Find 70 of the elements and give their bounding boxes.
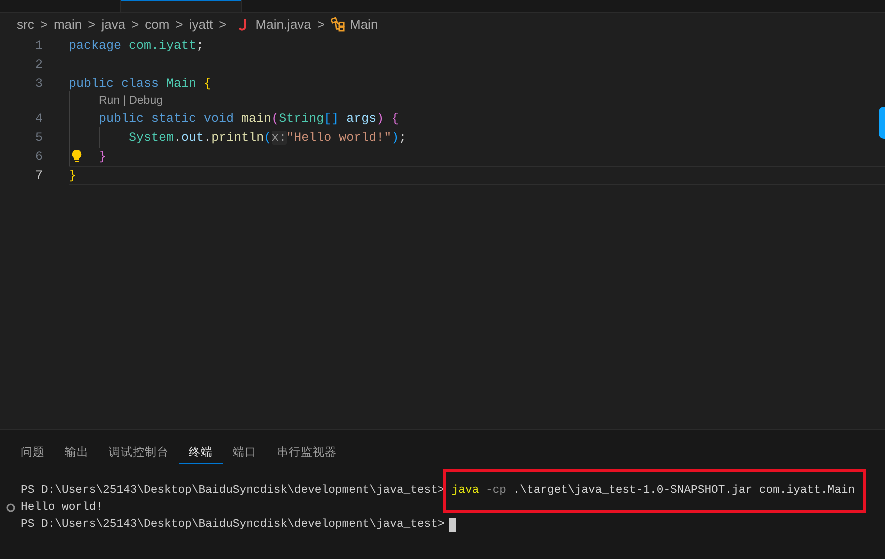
breadcrumb-item[interactable]: iyatt	[189, 16, 214, 32]
breadcrumb-separator: >	[219, 16, 227, 32]
line-number: 1	[35, 38, 43, 52]
code-token: ;	[399, 130, 407, 144]
code-token: )	[392, 130, 400, 144]
lightbulb-icon[interactable]	[71, 149, 83, 163]
breadcrumb-item[interactable]: com	[145, 16, 170, 32]
code-token: "Hello world!"	[286, 130, 392, 144]
panel-tab[interactable]: 串行监视器	[267, 442, 347, 464]
breadcrumb-separator: >	[132, 16, 140, 32]
code-token: )	[376, 112, 384, 126]
inlay-hint: x:	[272, 130, 287, 144]
breadcrumb-item[interactable]: Main.java	[256, 16, 312, 32]
code-token: Main	[166, 76, 197, 90]
code-token: System	[129, 130, 174, 144]
code-token: package	[69, 38, 122, 52]
line-number: 6	[35, 150, 43, 164]
codelens-link[interactable]: Debug	[129, 95, 163, 107]
breadcrumb-separator: >	[40, 16, 48, 32]
code-token: args	[346, 112, 377, 126]
code-token: public	[69, 76, 114, 90]
panel-tab[interactable]: 终端	[179, 442, 223, 464]
terminal-prompt: PS D:\Users\25143\Desktop\BaiduSyncdisk\development\java_test>	[21, 518, 445, 530]
panel-tab[interactable]: 输出	[55, 442, 99, 464]
line-number: 3	[35, 76, 43, 90]
breadcrumb-separator: >	[317, 16, 325, 32]
line-number: 2	[35, 58, 43, 72]
code-token: .	[174, 130, 182, 144]
breadcrumb-separator: >	[88, 16, 96, 32]
java-file-icon	[238, 18, 248, 30]
code-token: com.iyatt	[129, 38, 197, 52]
breadcrumb-separator: >	[176, 16, 184, 32]
code-token: }	[99, 150, 107, 164]
code-token: class	[122, 76, 160, 90]
class-icon	[331, 16, 346, 32]
terminal-text: java	[452, 484, 480, 496]
code-token: println	[212, 130, 264, 144]
code-token: .	[204, 130, 212, 144]
line-number: 7	[35, 168, 43, 182]
panel-tab[interactable]: 端口	[223, 442, 267, 464]
code-token: static	[152, 112, 197, 126]
code-token: String	[279, 112, 324, 126]
line-number: 5	[35, 130, 43, 144]
codelens-link[interactable]: Run	[99, 95, 120, 107]
codelens-separator: |	[123, 95, 126, 107]
line-number: 4	[35, 112, 43, 126]
terminal-prompt: PS D:\Users\25143\Desktop\BaiduSyncdisk\development\java_test>	[21, 484, 445, 496]
code-token: ;	[196, 38, 204, 52]
terminal-text: .\target\java_test-1.0-SNAPSHOT.jar	[513, 484, 753, 496]
code-token: []	[324, 112, 340, 126]
editor-tab[interactable]	[121, 0, 242, 12]
terminal-text: -cp	[486, 484, 506, 496]
breadcrumb-item[interactable]: src	[17, 16, 34, 32]
panel-tab[interactable]: 问题	[11, 442, 55, 464]
panel-tab[interactable]: 调试控制台	[99, 442, 179, 464]
edge-handle[interactable]	[879, 107, 885, 139]
breadcrumb-item[interactable]: main	[54, 16, 82, 32]
code-token: }	[69, 168, 77, 182]
code-token: public	[99, 112, 144, 126]
terminal-text: Hello world!	[21, 502, 104, 514]
code-token: (	[272, 112, 280, 126]
code-token: {	[392, 112, 400, 126]
code-token: main	[242, 112, 272, 126]
breadcrumb-item[interactable]: java	[102, 16, 126, 32]
breadcrumb-item[interactable]: Main	[350, 16, 378, 32]
code-token: {	[204, 76, 212, 90]
terminal-text: com.iyatt.Main	[759, 484, 856, 496]
code-token: (	[264, 130, 272, 144]
code-token: out	[182, 130, 204, 144]
code-token: void	[204, 112, 234, 126]
